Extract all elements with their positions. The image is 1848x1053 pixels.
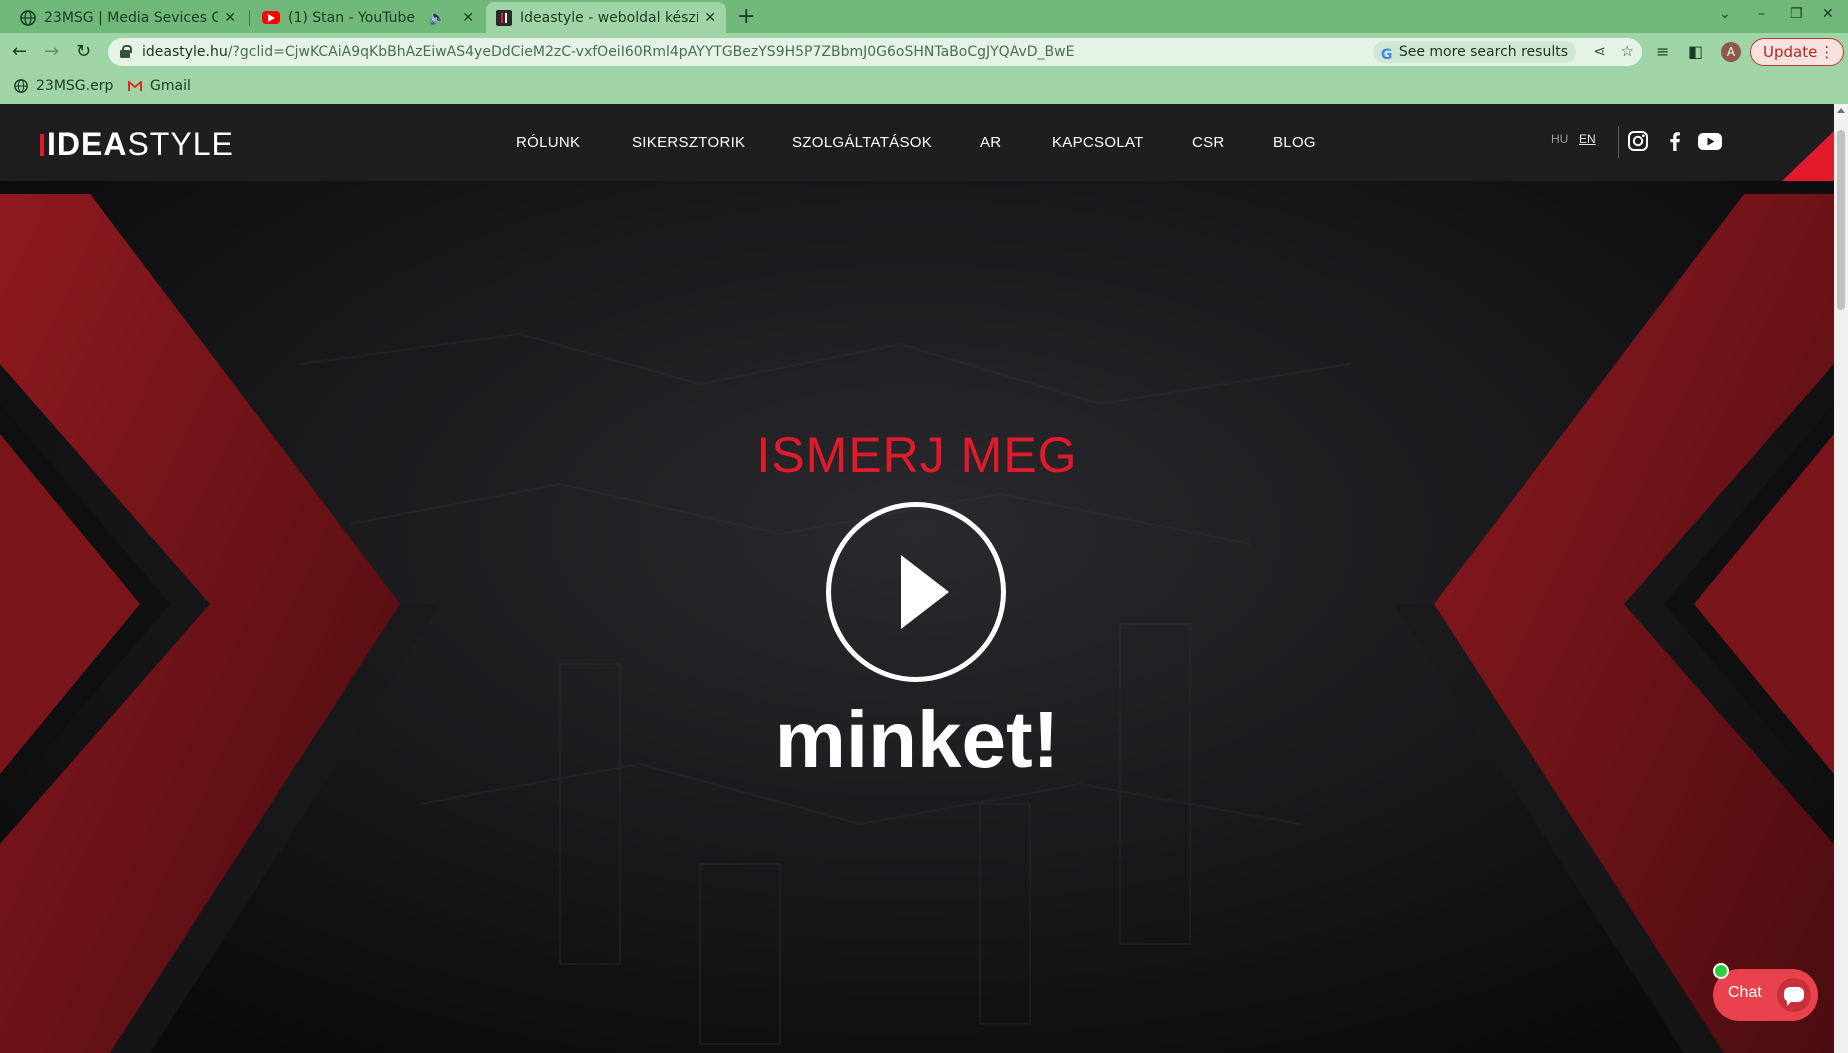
nav-item-kapcsolat[interactable]: KAPCSOLAT [1052, 134, 1144, 151]
nav-item-blog[interactable]: BLOG [1273, 134, 1316, 151]
gmail-icon [128, 79, 142, 93]
minimize-icon[interactable]: – [1758, 6, 1765, 22]
window-close-icon[interactable]: ✕ [1822, 6, 1834, 22]
play-video-button[interactable] [826, 502, 1006, 682]
side-panel-icon[interactable]: ◧ [1688, 42, 1703, 61]
youtube-icon [262, 11, 280, 24]
search-chip[interactable]: G See more search results [1372, 41, 1576, 63]
tab-23msg[interactable]: 23MSG | Media Sevices Gr ✕ [10, 2, 246, 33]
hero-title-bottom: minket! [774, 695, 1060, 784]
scrollbar-thumb[interactable] [1837, 130, 1845, 310]
reading-list-icon[interactable]: ≡ [1656, 42, 1669, 61]
audio-muted-icon[interactable]: 🔈 [429, 10, 446, 26]
nav-item-rolunk[interactable]: RÓLUNK [516, 134, 580, 151]
share-icon[interactable]: ⋖ [1593, 42, 1606, 60]
address-url[interactable]: ideastyle.hu/?gclid=CjwKCAiA9qKbBhAzEiwA… [142, 44, 1074, 60]
tab-strip: 23MSG | Media Sevices Gr ✕ (1) Stan - Yo… [0, 0, 1848, 33]
nav-divider [1618, 126, 1619, 158]
chat-button[interactable]: Chat [1713, 963, 1818, 1021]
browser-toolbar: ← → ↻ ideastyle.hu/?gclid=CjwKCAiA9qKbBh… [0, 33, 1848, 71]
nav-item-ar[interactable]: AR [980, 134, 1001, 151]
facebook-icon[interactable] [1664, 130, 1686, 152]
instagram-icon[interactable] [1627, 130, 1649, 152]
logo-mark [40, 134, 44, 156]
tab-separator [249, 10, 250, 26]
menu-dots-icon: ⋮ [1819, 43, 1835, 61]
globe-icon [20, 9, 36, 26]
nav-item-szolgaltatasok[interactable]: SZOLGÁLTATÁSOK [792, 134, 932, 151]
tab-youtube[interactable]: (1) Stan - YouTube 🔈 ✕ [252, 2, 484, 33]
page-scrollbar[interactable] [1834, 104, 1848, 1053]
tab-title: 23MSG | Media Sevices Gr [44, 9, 219, 26]
ideastyle-logo[interactable]: IDEASTYLE [40, 126, 234, 163]
corner-accent [1782, 131, 1834, 181]
profile-avatar[interactable]: A [1721, 42, 1741, 62]
restore-icon[interactable]: ❐ [1790, 6, 1803, 22]
bookmark-gmail[interactable]: Gmail [128, 78, 191, 94]
bookmarks-bar: 23MSG.erp Gmail [0, 71, 1848, 104]
language-hu[interactable]: HU [1551, 132, 1568, 146]
tab-search-icon[interactable]: ⌄ [1719, 6, 1731, 22]
nav-item-sikersztorik[interactable]: SIKERSZTORIK [632, 134, 745, 151]
close-icon[interactable]: ✕ [462, 10, 474, 26]
bookmark-23msg[interactable]: 23MSG.erp [14, 78, 113, 94]
lock-icon [120, 45, 132, 58]
nav-item-csr[interactable]: CSR [1192, 134, 1225, 151]
forward-icon[interactable]: → [44, 41, 59, 62]
site-header: IDEASTYLE RÓLUNK SIKERSZTORIK SZOLGÁLTAT… [0, 104, 1834, 181]
hero-title-top: ISMERJ MEG [756, 427, 1078, 483]
google-icon: G [1380, 47, 1393, 63]
tab-title: (1) Stan - YouTube [288, 9, 415, 26]
reload-icon[interactable]: ↻ [76, 41, 91, 62]
online-status-indicator [1713, 963, 1729, 979]
close-icon[interactable]: ✕ [704, 10, 716, 26]
globe-icon [14, 79, 28, 93]
back-icon[interactable]: ← [12, 41, 27, 62]
close-icon[interactable]: ✕ [224, 10, 236, 26]
tab-title: Ideastyle - weboldal készít [520, 9, 699, 26]
update-button[interactable]: Update ⋮ [1750, 38, 1845, 66]
browser-chrome: 23MSG | Media Sevices Gr ✕ (1) Stan - Yo… [0, 0, 1848, 104]
chat-label: Chat [1728, 984, 1762, 1001]
bookmark-star-icon[interactable]: ☆ [1621, 42, 1634, 60]
website-viewport: IDEASTYLE RÓLUNK SIKERSZTORIK SZOLGÁLTAT… [0, 104, 1834, 1053]
chat-bubble-icon [1777, 978, 1811, 1012]
new-tab-icon[interactable]: + [737, 4, 755, 29]
language-en[interactable]: EN [1579, 132, 1596, 146]
tab-ideastyle[interactable]: Ideastyle - weboldal készít ✕ [486, 2, 726, 33]
youtube-icon[interactable] [1697, 130, 1723, 152]
ideastyle-icon [496, 9, 512, 26]
address-bar[interactable]: ideastyle.hu/?gclid=CjwKCAiA9qKbBhAzEiwA… [108, 38, 1642, 66]
scroll-up-arrow-icon[interactable] [1837, 108, 1845, 113]
